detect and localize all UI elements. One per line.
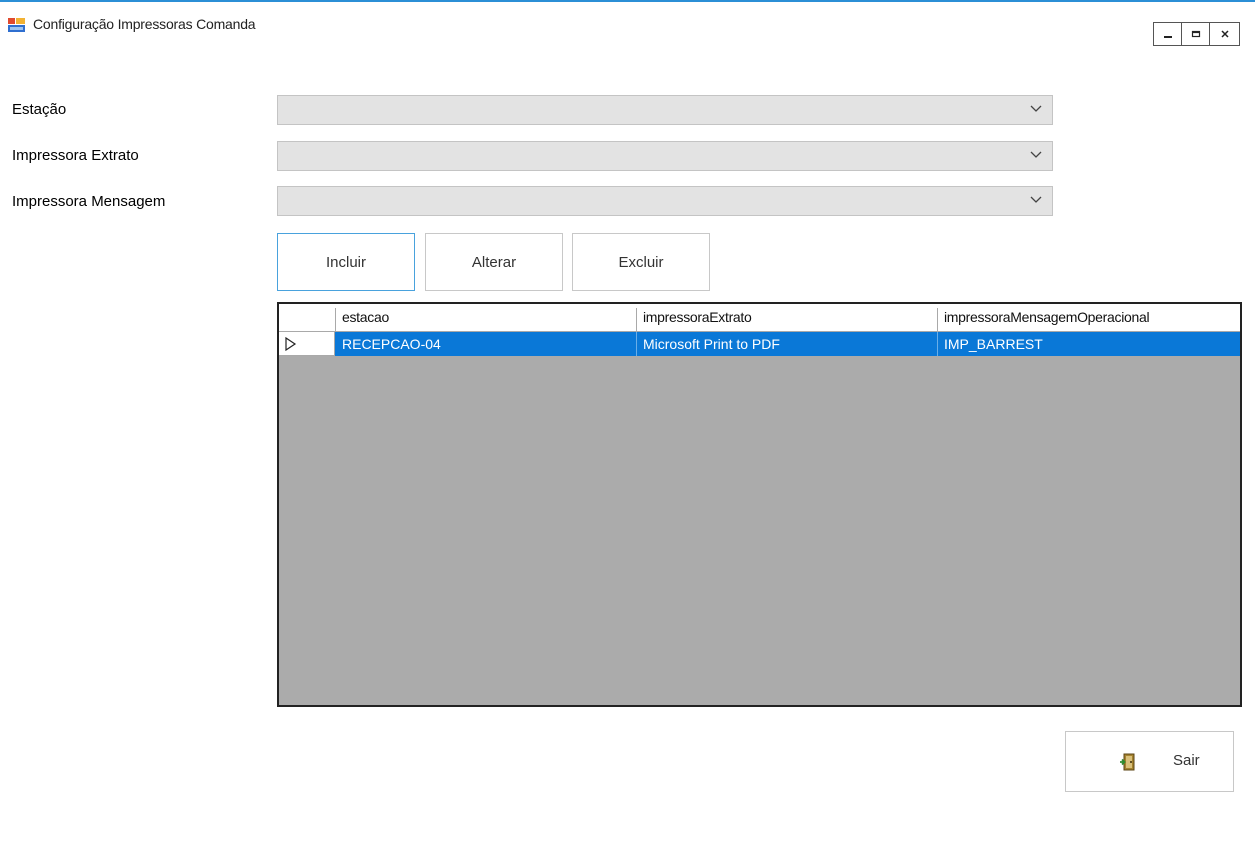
column-header-impressora-mensagem[interactable]: impressoraMensagemOperacional	[938, 308, 1240, 332]
maximize-button[interactable]	[1182, 23, 1210, 45]
title-bar[interactable]: Configuração Impressoras Comanda	[0, 2, 1255, 46]
estacao-label: Estação	[12, 101, 67, 118]
exit-door-icon	[1120, 753, 1136, 776]
impressora-extrato-label: Impressora Extrato	[12, 147, 139, 164]
minimize-icon	[1163, 36, 1172, 38]
grid-header: estacao impressoraExtrato impressoraMens…	[279, 304, 1240, 332]
cell-impressora-mensagem[interactable]: IMP_BARREST	[938, 332, 1240, 356]
table-row[interactable]: RECEPCAO-04 Microsoft Print to PDF IMP_B…	[279, 332, 1240, 356]
maximize-icon	[1191, 30, 1200, 38]
chevron-down-icon	[1030, 196, 1042, 203]
sair-label: Sair	[1173, 752, 1200, 769]
alterar-button[interactable]: Alterar	[425, 233, 563, 291]
cell-estacao[interactable]: RECEPCAO-04	[336, 332, 637, 356]
window-controls	[1153, 22, 1240, 46]
chevron-down-icon	[1030, 151, 1042, 158]
column-header-estacao[interactable]: estacao	[336, 308, 637, 332]
close-button[interactable]	[1210, 23, 1239, 45]
minimize-button[interactable]	[1154, 23, 1182, 45]
printers-data-grid[interactable]: estacao impressoraExtrato impressoraMens…	[277, 302, 1242, 707]
close-icon	[1220, 30, 1229, 38]
impressora-mensagem-label: Impressora Mensagem	[12, 193, 166, 210]
impressora-extrato-select[interactable]	[277, 141, 1053, 171]
estacao-select[interactable]	[277, 95, 1053, 125]
sair-button[interactable]: Sair	[1065, 731, 1234, 792]
current-row-arrow-icon	[285, 337, 297, 351]
column-header-impressora-extrato[interactable]: impressoraExtrato	[637, 308, 938, 332]
row-header[interactable]	[279, 332, 335, 356]
app-window-icon	[8, 18, 25, 32]
incluir-button[interactable]: Incluir	[277, 233, 415, 291]
excluir-button[interactable]: Excluir	[572, 233, 710, 291]
chevron-down-icon	[1030, 105, 1042, 112]
window-title: Configuração Impressoras Comanda	[33, 16, 256, 32]
grid-corner-header	[279, 308, 336, 332]
impressora-mensagem-select[interactable]	[277, 186, 1053, 216]
cell-impressora-extrato[interactable]: Microsoft Print to PDF	[637, 332, 938, 356]
